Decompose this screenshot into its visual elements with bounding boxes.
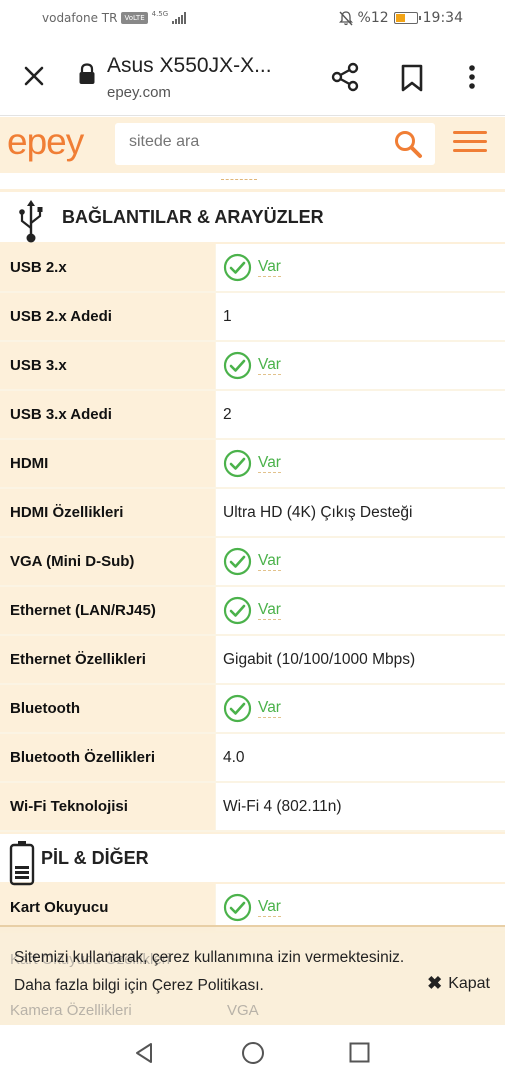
section-header-connections: BAĞLANTILAR & ARAYÜZLER: [0, 192, 505, 244]
section-header-battery: PİL & DİĞER: [0, 832, 505, 886]
browser-toolbar: Asus X550JX-X... epey.com: [0, 38, 505, 116]
check-icon: [223, 449, 252, 478]
close-x-icon: ✖: [427, 973, 443, 993]
spec-label: Wi-Fi Teknolojisi: [0, 783, 215, 830]
spec-value-text[interactable]: Var: [258, 356, 281, 375]
spec-label: USB 3.x Adedi: [0, 391, 215, 438]
spec-row: Bluetooth Özellikleri 4.0: [0, 734, 505, 783]
home-icon[interactable]: [241, 1041, 265, 1065]
spec-row: VGA (Mini D-Sub) Var: [0, 538, 505, 587]
spec-row: Ethernet (LAN/RJ45) Var: [0, 587, 505, 636]
spec-label: USB 2.x Adedi: [0, 293, 215, 340]
spec-label: USB 2.x: [0, 244, 215, 291]
network-type: 4.5G: [151, 10, 169, 18]
spec-value: Var: [215, 538, 505, 585]
previous-row-remnant: [0, 173, 505, 192]
spec-value-text[interactable]: Var: [258, 258, 281, 277]
battery-icon: [393, 12, 421, 24]
spec-value: Gigabit (10/100/1000 Mbps): [215, 636, 505, 683]
usb-icon: [19, 200, 43, 243]
check-icon: [223, 253, 252, 282]
spec-value-text[interactable]: Var: [258, 898, 281, 917]
spec-value: Ultra HD (4K) Çıkış Desteği: [215, 489, 505, 536]
spec-value-text[interactable]: Var: [258, 552, 281, 571]
site-header: epey: [0, 117, 505, 173]
check-icon: [223, 547, 252, 576]
search-icon[interactable]: [393, 129, 423, 159]
android-nav-bar: [0, 1025, 505, 1080]
spec-row: Wi-Fi Teknolojisi Wi-Fi 4 (802.11n): [0, 783, 505, 832]
spec-value: 4.0: [215, 734, 505, 781]
cookie-policy-link[interactable]: Daha fazla bilgi için Çerez Politikası.: [14, 972, 404, 1000]
spec-label: Ethernet (LAN/RJ45): [0, 587, 215, 634]
lock-icon[interactable]: [78, 63, 96, 85]
behind-row-value: VGA: [227, 1002, 259, 1019]
spec-value: 1: [215, 293, 505, 340]
spec-value: Var: [215, 440, 505, 487]
spec-row: USB 3.x Var: [0, 342, 505, 391]
spec-label: HDMI Özellikleri: [0, 489, 215, 536]
behind-row-label: Kamera Özellikleri: [10, 1002, 132, 1019]
spec-value: Var: [215, 244, 505, 291]
check-icon: [223, 893, 252, 922]
spec-label: Kart Okuyucu: [0, 884, 215, 931]
spec-row: USB 3.x Adedi 2: [0, 391, 505, 440]
status-bar: vodafone TR VoLTE 4.5G %12 19:34: [0, 0, 505, 38]
spec-label: VGA (Mini D-Sub): [0, 538, 215, 585]
spec-label: USB 3.x: [0, 342, 215, 389]
signal-icon: [172, 12, 187, 24]
search-box[interactable]: [115, 123, 435, 165]
cookie-close-label: Kapat: [448, 974, 490, 992]
spec-value: Var: [215, 884, 505, 931]
cookie-close-button[interactable]: ✖ Kapat: [427, 973, 490, 994]
spec-value: Var: [215, 342, 505, 389]
spec-content: BAĞLANTILAR & ARAYÜZLER USB 2.x Var USB 2.…: [0, 173, 505, 1025]
close-icon[interactable]: [20, 62, 48, 90]
spec-label: HDMI: [0, 440, 215, 487]
status-right: %12 19:34: [338, 10, 463, 26]
battery-percent: %12: [357, 10, 389, 26]
volte-badge: VoLTE: [121, 12, 148, 24]
section-title: BAĞLANTILAR & ARAYÜZLER: [62, 206, 324, 227]
cookie-banner: Kart Okuyucu Özellikleri Kamera Özellikl…: [0, 925, 505, 1025]
carrier-name: vodafone TR: [42, 11, 118, 25]
share-icon[interactable]: [330, 62, 360, 92]
recent-apps-icon[interactable]: [349, 1042, 370, 1063]
spec-value: Var: [215, 685, 505, 732]
spec-value: Var: [215, 587, 505, 634]
battery-icon: [9, 841, 35, 886]
spec-value-text[interactable]: Var: [258, 601, 281, 620]
page-title[interactable]: Asus X550JX-X...: [107, 54, 272, 78]
clock: 19:34: [422, 10, 463, 26]
spec-row: HDMI Özellikleri Ultra HD (4K) Çıkış Dest…: [0, 489, 505, 538]
spec-row: USB 2.x Adedi 1: [0, 293, 505, 342]
check-icon: [223, 596, 252, 625]
cookie-text: Sitemizi kullanarak, çerez kullanımına i…: [14, 944, 404, 1000]
section-title: PİL & DİĞER: [41, 847, 149, 868]
site-logo[interactable]: epey: [7, 121, 84, 163]
spec-value-text[interactable]: Var: [258, 699, 281, 718]
spec-value-text[interactable]: Var: [258, 454, 281, 473]
back-icon[interactable]: [133, 1041, 155, 1065]
spec-label: Bluetooth Özellikleri: [0, 734, 215, 781]
mute-bell-icon: [338, 10, 353, 25]
spec-row: Ethernet Özellikleri Gigabit (10/100/1000…: [0, 636, 505, 685]
spec-row: USB 2.x Var: [0, 244, 505, 293]
check-icon: [223, 694, 252, 723]
menu-icon[interactable]: [452, 129, 488, 155]
status-left: vodafone TR VoLTE 4.5G: [42, 10, 187, 25]
page-url[interactable]: epey.com: [107, 84, 171, 101]
spec-row: Bluetooth Var: [0, 685, 505, 734]
more-options-icon[interactable]: [462, 64, 482, 92]
check-icon: [223, 351, 252, 380]
spec-row: HDMI Var: [0, 440, 505, 489]
spec-label: Bluetooth: [0, 685, 215, 732]
cookie-line-1: Sitemizi kullanarak, çerez kullanımına i…: [14, 949, 405, 966]
spec-value: Wi-Fi 4 (802.11n): [215, 783, 505, 830]
search-input[interactable]: [129, 133, 379, 151]
spec-value: 2: [215, 391, 505, 438]
spec-label: Ethernet Özellikleri: [0, 636, 215, 683]
bookmark-icon[interactable]: [399, 64, 425, 92]
